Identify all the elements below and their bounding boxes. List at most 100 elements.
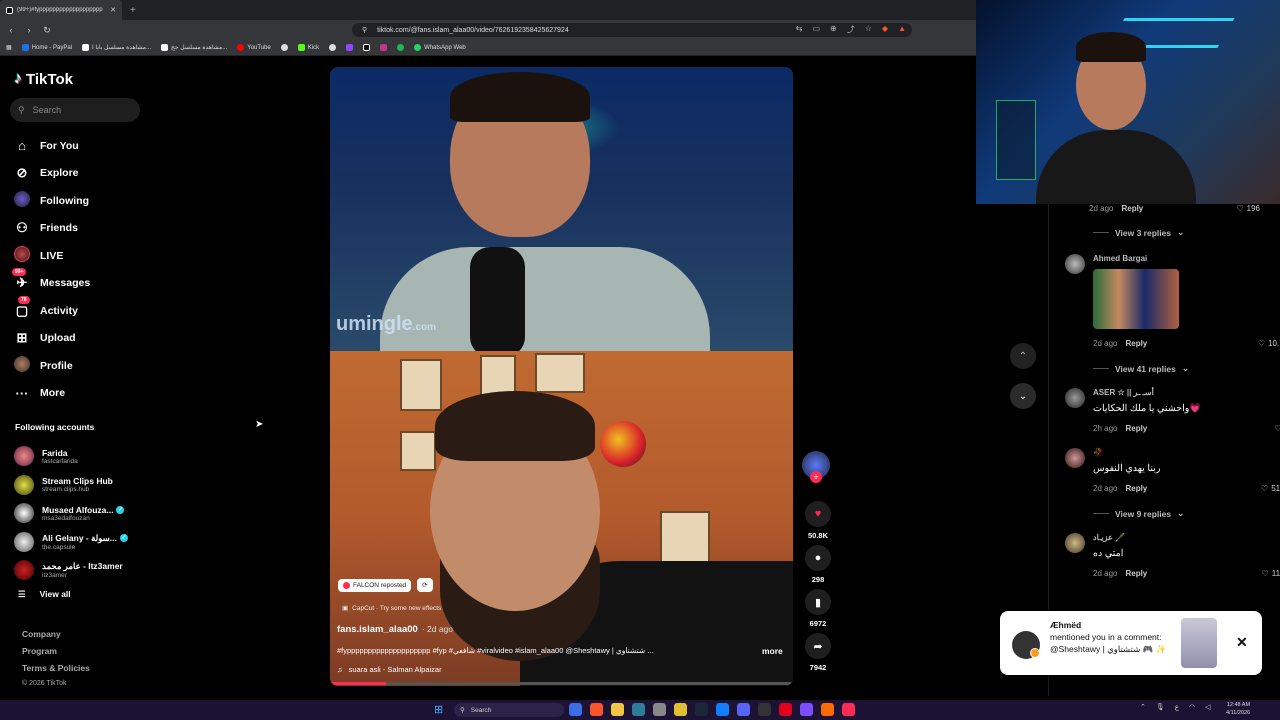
back-icon[interactable]: ‹ [6, 25, 16, 35]
bookmark-paypal[interactable]: Home - PayPal [21, 44, 72, 51]
bookmark-twitch[interactable] [346, 44, 354, 51]
translate-icon[interactable]: ⇆ [796, 24, 803, 35]
sidebar-item-messages[interactable]: ✈ 99+ Messages [12, 268, 154, 298]
file-explorer-icon[interactable] [611, 703, 624, 716]
bookmark-star-icon[interactable]: ☆ [865, 24, 872, 35]
comment-like[interactable]: ♡10.7K [1258, 339, 1280, 348]
bookmark-whatsapp[interactable]: WhatsApp Web [414, 44, 466, 51]
bookmark-tiktok[interactable] [363, 44, 371, 51]
search-input[interactable]: ⚲ Search [10, 98, 140, 122]
comment-like[interactable]: ♡0 [1274, 424, 1280, 433]
language-icon[interactable]: ع [1175, 703, 1179, 711]
save-button[interactable]: ▮ 6972 [802, 589, 834, 628]
app-icon[interactable] [674, 703, 687, 716]
tiktok-app-icon[interactable] [842, 703, 855, 716]
comment-button[interactable]: ● 298 [802, 545, 834, 584]
reply-button[interactable]: Reply [1125, 424, 1147, 433]
app-icon[interactable] [821, 703, 834, 716]
reply-button[interactable]: Reply [1125, 569, 1147, 578]
avatar[interactable] [1065, 388, 1085, 408]
sidebar-item-upload[interactable]: ⊞ Upload [14, 325, 154, 353]
steam-icon[interactable] [695, 703, 708, 716]
music-info[interactable]: ♫ suara asli - Salman Alpaizar [337, 665, 442, 674]
comment-username[interactable]: Ahmed Bargai [1093, 254, 1280, 263]
following-account[interactable]: Stream Clips Hub stream.clips.hub [14, 471, 154, 500]
share-button[interactable]: ➦ 7942 [802, 633, 834, 672]
comment-like[interactable]: ♡1170 [1262, 569, 1280, 578]
like-button[interactable]: ♥ 50.8K [802, 501, 834, 540]
github-desktop-icon[interactable] [653, 703, 666, 716]
forward-icon[interactable]: › [24, 25, 34, 35]
sidebar-item-for-you[interactable]: ⌂ For You [14, 132, 154, 160]
chevron-up-icon[interactable]: ⌃ [1140, 703, 1146, 711]
sidebar-item-activity[interactable]: ▢ 78 Activity [14, 295, 154, 325]
cast-icon[interactable]: ▭ [812, 24, 820, 35]
comment-like[interactable]: ♡5151 [1261, 484, 1280, 493]
apps-grid-icon[interactable]: ▦ [6, 44, 12, 51]
share-icon[interactable]: ⤴ [847, 24, 855, 35]
app-icon[interactable] [800, 703, 813, 716]
brave-shield-icon[interactable]: ◆ [882, 24, 888, 35]
video-author[interactable]: fans.islam_alaa00 · 2d ago [337, 624, 453, 635]
microphone-icon[interactable]: 🎙 [1156, 703, 1165, 711]
avatar[interactable] [1065, 448, 1085, 468]
reload-icon[interactable]: ↻ [42, 25, 52, 36]
taskbar-search[interactable]: ⚲ Search [454, 703, 564, 717]
tiktok-logo[interactable]: ♪ TikTok [14, 70, 73, 88]
following-account[interactable]: Ali Gelany - سولة... ✓ the.capsule [14, 528, 154, 557]
adobe-icon[interactable] [779, 703, 792, 716]
bookmark-instagram[interactable] [380, 44, 388, 51]
comment-username[interactable]: 🥀 [1093, 448, 1280, 457]
zoom-icon[interactable]: ⊕ [830, 24, 837, 35]
reply-button[interactable]: Reply [1121, 204, 1143, 213]
sidebar-item-explore[interactable]: ⊘ Explore [14, 160, 154, 188]
capcut-link[interactable]: ▣ CapCut · Try some new effects [342, 604, 441, 613]
browser-tab[interactable]: (99+)#fyppppppppppppppppppp ✕ [0, 0, 122, 20]
site-info-icon[interactable]: ⚲ [362, 26, 367, 34]
bookmark-spotify[interactable] [397, 44, 405, 51]
bookmark-github[interactable] [280, 44, 288, 51]
close-tab-icon[interactable]: ✕ [110, 6, 116, 14]
volume-icon[interactable]: ◁ [1205, 703, 1210, 711]
sidebar-item-live[interactable]: LIVE [14, 242, 154, 270]
repost-badge[interactable]: FALCON reposted [338, 578, 412, 592]
bookmark-youtube[interactable]: YouTube [237, 44, 271, 51]
caption-more-button[interactable]: more [762, 646, 783, 656]
brave-icon[interactable] [590, 703, 603, 716]
view-replies-button[interactable]: View 41 replies ⌄ [1049, 363, 1280, 374]
footer-link-program[interactable]: Program [22, 646, 90, 663]
close-icon[interactable]: ✕ [1236, 634, 1248, 651]
avatar[interactable] [1065, 533, 1085, 553]
footer-link-company[interactable]: Company [22, 629, 90, 646]
view-replies-button[interactable]: View 9 replies ⌄ [1049, 508, 1280, 519]
new-tab-icon[interactable]: + [130, 5, 136, 16]
follow-plus-icon[interactable]: + [810, 471, 822, 483]
windows-start-icon[interactable]: ⊞ [434, 703, 443, 716]
footer-link-terms[interactable]: Terms & Policies [22, 663, 90, 680]
next-video-button[interactable]: ⌄ [1010, 383, 1036, 409]
sidebar-item-friends[interactable]: ⚇ Friends [14, 215, 154, 243]
video-progress-bar[interactable] [330, 682, 793, 685]
bookmark-chatgpt[interactable] [329, 44, 337, 51]
store-icon[interactable] [632, 703, 645, 716]
bookmark-kick[interactable]: Kick [297, 44, 319, 51]
comment-username[interactable]: عزيـاد 🖋️ [1093, 533, 1280, 542]
following-account[interactable]: Farida fastcarfarida [14, 442, 154, 471]
copilot-icon[interactable] [569, 703, 582, 716]
view-replies-button[interactable]: View 3 replies ⌄ [1049, 227, 1280, 238]
creator-avatar[interactable]: + [802, 451, 830, 483]
brave-rewards-icon[interactable]: ▲ [898, 24, 906, 35]
video-player[interactable]: umingle.com FALCON reposted ⟳ ▣ CapCut · … [330, 67, 793, 686]
previous-video-button[interactable]: ⌃ [1010, 343, 1036, 369]
following-account[interactable]: Musaed Alfouza... ✓ msa3edalfouzan [14, 499, 154, 528]
edge-icon[interactable] [716, 703, 729, 716]
sidebar-item-more[interactable]: ··· More [14, 380, 154, 408]
sidebar-item-profile[interactable]: Profile [14, 352, 154, 380]
view-all-button[interactable]: ☰ View all [14, 589, 154, 600]
avatar[interactable] [1065, 254, 1085, 274]
obs-icon[interactable] [758, 703, 771, 716]
taskbar-clock[interactable]: 12:48 AM 4/11/2026 [1226, 701, 1250, 717]
repost-icon[interactable]: ⟳ [417, 578, 433, 592]
sidebar-item-following[interactable]: Following [14, 187, 154, 215]
bookmark-series-2[interactable]: مشاهدة مسلسل جج... [161, 44, 227, 51]
